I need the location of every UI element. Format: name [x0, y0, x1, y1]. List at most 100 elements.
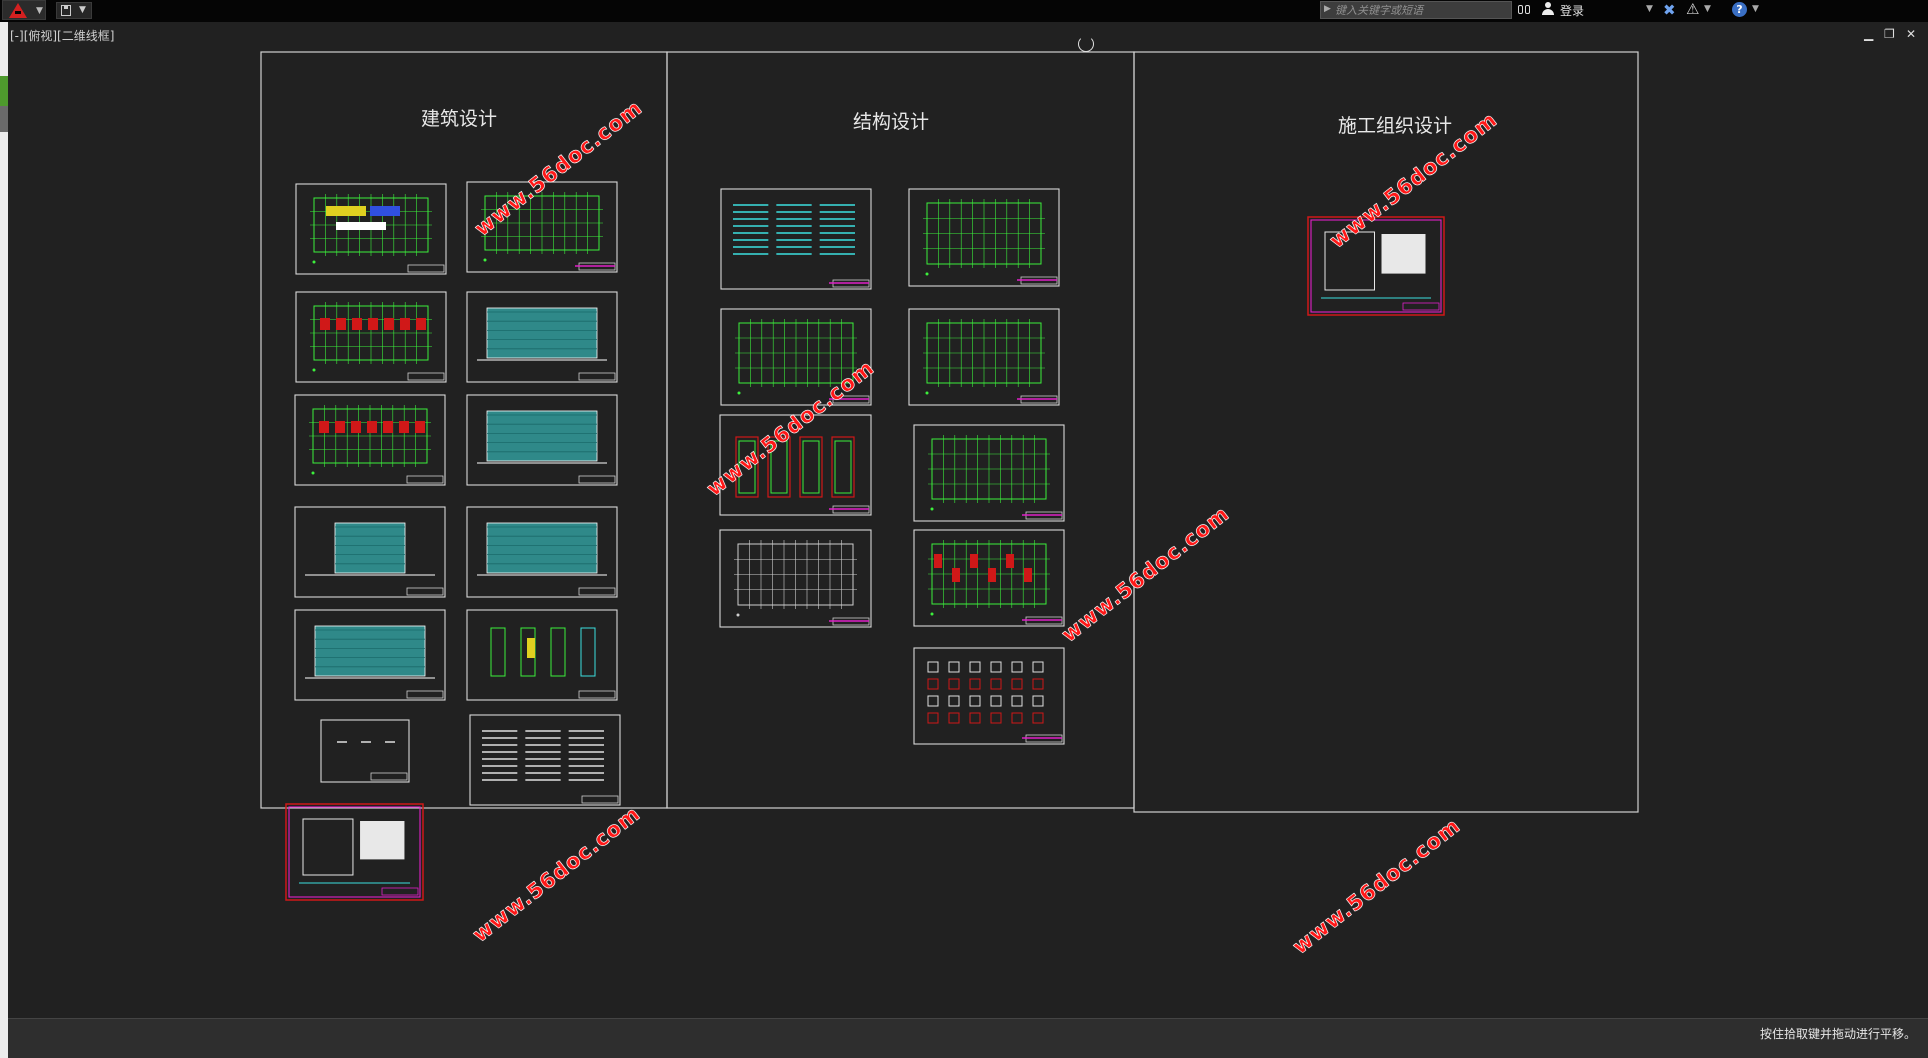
title-block — [578, 587, 616, 596]
facade — [334, 522, 406, 574]
restore-icon[interactable]: ❐ — [1884, 28, 1895, 40]
drawing-sheet-thumbnail[interactable] — [913, 647, 1065, 745]
site-block — [1381, 234, 1426, 274]
title-block — [1402, 302, 1440, 311]
beam-fill — [970, 554, 978, 568]
drawing-sheet-thumbnail[interactable] — [320, 719, 410, 783]
drawing-sheet-thumbnail[interactable] — [295, 291, 447, 383]
minimize-icon[interactable]: ▁ — [1864, 28, 1873, 40]
facade — [486, 522, 598, 574]
rebar-section — [990, 695, 1002, 707]
room-fill — [367, 421, 377, 433]
room-fill — [399, 421, 409, 433]
footing-detail — [834, 440, 852, 494]
room-fill — [326, 206, 366, 216]
drawing-sheet-thumbnail[interactable] — [466, 394, 618, 486]
title-block — [578, 690, 616, 699]
room-fill — [415, 421, 425, 433]
title-block — [407, 372, 445, 381]
help-search-box[interactable]: ▶ — [1320, 1, 1512, 19]
drawing-sheet-thumbnail[interactable] — [719, 529, 872, 628]
title-block — [381, 887, 419, 896]
room-fill — [319, 421, 329, 433]
sheet-border — [469, 714, 621, 806]
stair-detail — [580, 627, 596, 677]
rebar-section — [927, 695, 939, 707]
drawing-sheet-thumbnail[interactable] — [466, 609, 618, 701]
beam-fill — [1024, 568, 1032, 582]
drawing-sheet-thumbnail[interactable] — [466, 506, 618, 598]
construction-org-frame — [1133, 51, 1639, 813]
autocad-logo-icon — [9, 3, 27, 18]
chevron-down-icon[interactable]: ▼ — [1646, 4, 1653, 14]
room-fill — [384, 318, 394, 330]
drawing-sheet-thumbnail[interactable] — [913, 529, 1065, 627]
drawing-sheet-thumbnail[interactable] — [908, 188, 1060, 287]
viewport-controls-label[interactable]: [-][俯视][二维线框] — [10, 27, 114, 44]
help-search-input[interactable] — [1335, 3, 1505, 17]
rebar-section — [1011, 695, 1023, 707]
axis-bubble — [925, 391, 929, 395]
quick-access-save-button[interactable]: ▼ — [56, 2, 92, 19]
chevron-down-icon: ▼ — [36, 6, 43, 16]
rebar-section — [927, 661, 939, 673]
close-icon[interactable]: ✕ — [1906, 28, 1916, 40]
beam-fill — [988, 568, 996, 582]
chevron-right-icon: ▶ — [1324, 4, 1331, 14]
left-palette-tab[interactable] — [0, 76, 8, 106]
drawing-sheet-thumbnail[interactable] — [720, 188, 872, 290]
drawing-sheet-thumbnail[interactable] — [469, 714, 621, 806]
rebar-section — [969, 678, 981, 690]
user-icon[interactable] — [1542, 2, 1554, 16]
axis-bubble — [930, 612, 934, 616]
drawing-sheet-thumbnail[interactable] — [285, 803, 424, 901]
facade — [486, 410, 598, 462]
login-button[interactable]: 登录 — [1560, 2, 1584, 19]
footing-detail — [802, 440, 820, 494]
drawing-sheet-thumbnail[interactable] — [913, 424, 1065, 522]
drawing-sheet-thumbnail[interactable] — [466, 291, 618, 383]
rebar-section — [1032, 712, 1044, 724]
room-fill — [320, 318, 330, 330]
rebar-section — [948, 678, 960, 690]
room-fill — [416, 318, 426, 330]
status-bar: 按住拾取键并拖动进行平移。 — [8, 1018, 1928, 1058]
rebar-section — [990, 678, 1002, 690]
rebar-section — [948, 695, 960, 707]
drawing-sheet-thumbnail[interactable] — [908, 308, 1060, 406]
left-palette-tab[interactable] — [0, 106, 8, 132]
title-block — [406, 475, 444, 484]
drawing-sheets-group[interactable] — [285, 181, 1445, 901]
chevron-down-icon[interactable]: ▼ — [1704, 4, 1711, 14]
axis-bubble — [312, 260, 316, 264]
rebar-section — [1011, 712, 1023, 724]
drawing-sheet-thumbnail[interactable] — [294, 506, 446, 598]
axis-bubble — [312, 368, 316, 372]
room-fill — [335, 421, 345, 433]
drawing-canvas[interactable]: 建筑设计 结构设计 施工组织设计 — [8, 22, 1928, 1018]
axis-bubble — [311, 471, 315, 475]
title-block — [406, 587, 444, 596]
stay-connected-icon[interactable]: ⚠ — [1686, 0, 1699, 18]
section-title-structure: 结构设计 — [853, 111, 929, 133]
rebar-section — [948, 712, 960, 724]
room-fill — [370, 206, 400, 216]
axis-bubble — [925, 272, 929, 276]
facade — [314, 625, 426, 677]
application-menu-button[interactable]: ▼ — [2, 0, 46, 20]
facade — [486, 307, 598, 359]
title-block — [370, 772, 408, 781]
binoculars-search-icon[interactable] — [1518, 3, 1532, 15]
axis-bubble — [736, 613, 740, 617]
chevron-down-icon: ▼ — [79, 5, 86, 15]
detail-fill — [527, 638, 535, 658]
model-space-drawing[interactable]: 建筑设计 结构设计 施工组织设计 — [8, 22, 1928, 1018]
site-building — [302, 818, 354, 876]
drawing-sheet-thumbnail[interactable] — [294, 394, 446, 486]
drawing-sheet-thumbnail[interactable] — [294, 609, 446, 701]
chevron-down-icon[interactable]: ▼ — [1752, 4, 1759, 14]
help-icon[interactable]: ? — [1732, 2, 1747, 17]
rebar-section — [969, 695, 981, 707]
drawing-sheet-thumbnail[interactable] — [295, 183, 447, 275]
exchange-apps-icon[interactable]: ✖ — [1663, 1, 1676, 19]
